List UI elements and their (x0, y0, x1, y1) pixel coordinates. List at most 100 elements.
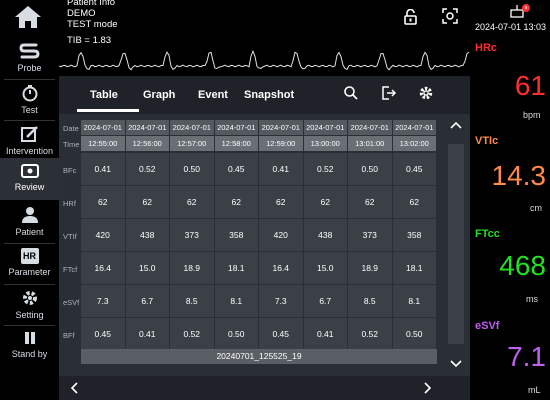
date-cell: 2024-07-01 (214, 120, 258, 135)
test-icon (22, 85, 37, 102)
date-cell: 2024-07-01 (348, 120, 392, 135)
row-label: eSVf (63, 298, 80, 307)
table-cell: 62 (303, 186, 347, 218)
table-cell: 8.1 (392, 285, 436, 317)
sidebar-item-standby[interactable]: Stand by (0, 330, 59, 359)
table-cell: 0.50 (392, 318, 436, 350)
sidebar-item-parameter[interactable]: HR Parameter (0, 248, 59, 277)
row-label-time: Time (63, 140, 80, 149)
divider (4, 243, 55, 244)
tab-table[interactable]: Table (90, 89, 118, 101)
time-cell: 13:02:00 (392, 136, 436, 151)
sidebar-item-test[interactable]: Test (0, 84, 59, 115)
row-label: HRf (63, 199, 76, 208)
record-id: 20240701_125525_19 (81, 349, 437, 364)
intervention-icon (20, 126, 38, 142)
patient-icon (21, 207, 38, 223)
row-label: FTcf (63, 265, 78, 274)
sidebar-item-setting[interactable]: Setting (0, 289, 59, 320)
tab-graph[interactable]: Graph (143, 89, 175, 101)
sidebar-item-label: Patient (15, 227, 44, 237)
sidebar-item-label: Test (21, 105, 38, 115)
mode-label: TEST mode (67, 19, 118, 30)
table-cell: 0.52 (303, 153, 347, 185)
date-cell: 2024-07-01 (81, 120, 125, 135)
table-cell: 438 (125, 219, 169, 251)
vital-value-hrc: 61 (514, 70, 546, 101)
row-label-date: Date (63, 124, 79, 133)
table-cell: 0.50 (348, 153, 392, 185)
horizontal-scrollbar[interactable] (59, 376, 470, 400)
date-cell: 2024-07-01 (170, 120, 214, 135)
time-cell: 12:59:00 (259, 136, 303, 151)
scroll-left-icon[interactable] (69, 382, 79, 394)
tab-snapshot[interactable]: Snapshot (244, 89, 294, 101)
table-cell: 16.4 (81, 252, 125, 284)
table-cell: 15.0 (303, 252, 347, 284)
tab-event[interactable]: Event (198, 89, 228, 101)
scroll-down-icon[interactable] (450, 359, 462, 369)
table-cell: 7.3 (259, 285, 303, 317)
table-cell: 0.52 (170, 318, 214, 350)
waveform-display (58, 36, 470, 76)
datetime: 2024-07-01 13:03 (475, 22, 547, 32)
time-cell: 12:58:00 (214, 136, 258, 151)
table-cell: 18.9 (348, 252, 392, 284)
table-cell: 0.45 (259, 318, 303, 350)
table-cell: 62 (170, 186, 214, 218)
patient-info-title: Patient Info (67, 0, 116, 8)
table-cell: 0.45 (81, 318, 125, 350)
table-cell: 0.41 (81, 153, 125, 185)
date-cell: 2024-07-01 (125, 120, 169, 135)
table-cell: 358 (214, 219, 258, 251)
sidebar-item-review[interactable]: Review (0, 158, 59, 200)
vital-label-ftcc: FTcc (475, 228, 500, 240)
scroll-up-icon[interactable] (450, 120, 462, 130)
table-cell: 18.1 (214, 252, 258, 284)
vital-unit-esvf: mL (528, 385, 541, 395)
table-cell: 373 (170, 219, 214, 251)
time-cell: 13:01:00 (348, 136, 392, 151)
table-cell: 18.1 (392, 252, 436, 284)
settings-gear-icon[interactable] (418, 85, 434, 101)
screenshot-icon[interactable] (442, 8, 458, 29)
scroll-right-icon[interactable] (423, 382, 433, 394)
patient-info[interactable]: Patient Info DEMO TEST mode (67, 0, 118, 30)
table-cell: 0.52 (125, 153, 169, 185)
sidebar-item-intervention[interactable]: Intervention (0, 125, 59, 156)
active-tab-indicator (77, 109, 139, 112)
sidebar-item-label: Parameter (8, 267, 51, 277)
sidebar-item-patient[interactable]: Patient (0, 206, 59, 237)
vital-value-ftcc: 468 (499, 250, 546, 281)
review-icon (20, 164, 39, 178)
system-status-icon (509, 3, 531, 24)
table-cell: 0.52 (348, 318, 392, 350)
table-cell: 8.5 (348, 285, 392, 317)
scroll-thumb[interactable] (448, 144, 464, 344)
table-cell: 0.41 (125, 318, 169, 350)
tab-bar: Table Graph Event Snapshot (59, 76, 470, 114)
date-cell: 2024-07-01 (259, 120, 303, 135)
vital-unit-ftcc: ms (526, 294, 538, 304)
search-icon[interactable] (343, 85, 359, 101)
pause-icon (24, 332, 35, 344)
vitals-panel: HRc 61 bpm VTIc 14.3 cm FTcc 468 ms eSVf… (470, 36, 550, 400)
vital-value-vtic: 14.3 (491, 160, 547, 191)
row-label: BFf (63, 331, 75, 340)
home-icon[interactable] (14, 4, 42, 30)
table-cell: 62 (125, 186, 169, 218)
table-cell: 0.50 (214, 318, 258, 350)
date-cell: 2024-07-01 (392, 120, 436, 135)
table-cell: 0.41 (259, 153, 303, 185)
vertical-scrollbar[interactable] (442, 114, 470, 376)
export-icon[interactable] (381, 85, 397, 101)
table-cell: 0.41 (303, 318, 347, 350)
time-cell: 12:55:00 (81, 136, 125, 151)
unlock-icon[interactable] (404, 8, 418, 30)
table-cell: 62 (81, 186, 125, 218)
table-cell: 0.45 (392, 153, 436, 185)
sidebar-item-probe[interactable]: Probe (0, 42, 59, 73)
vital-unit-vtic: cm (530, 203, 542, 213)
table-cell: 62 (348, 186, 392, 218)
time-cell: 12:56:00 (125, 136, 169, 151)
